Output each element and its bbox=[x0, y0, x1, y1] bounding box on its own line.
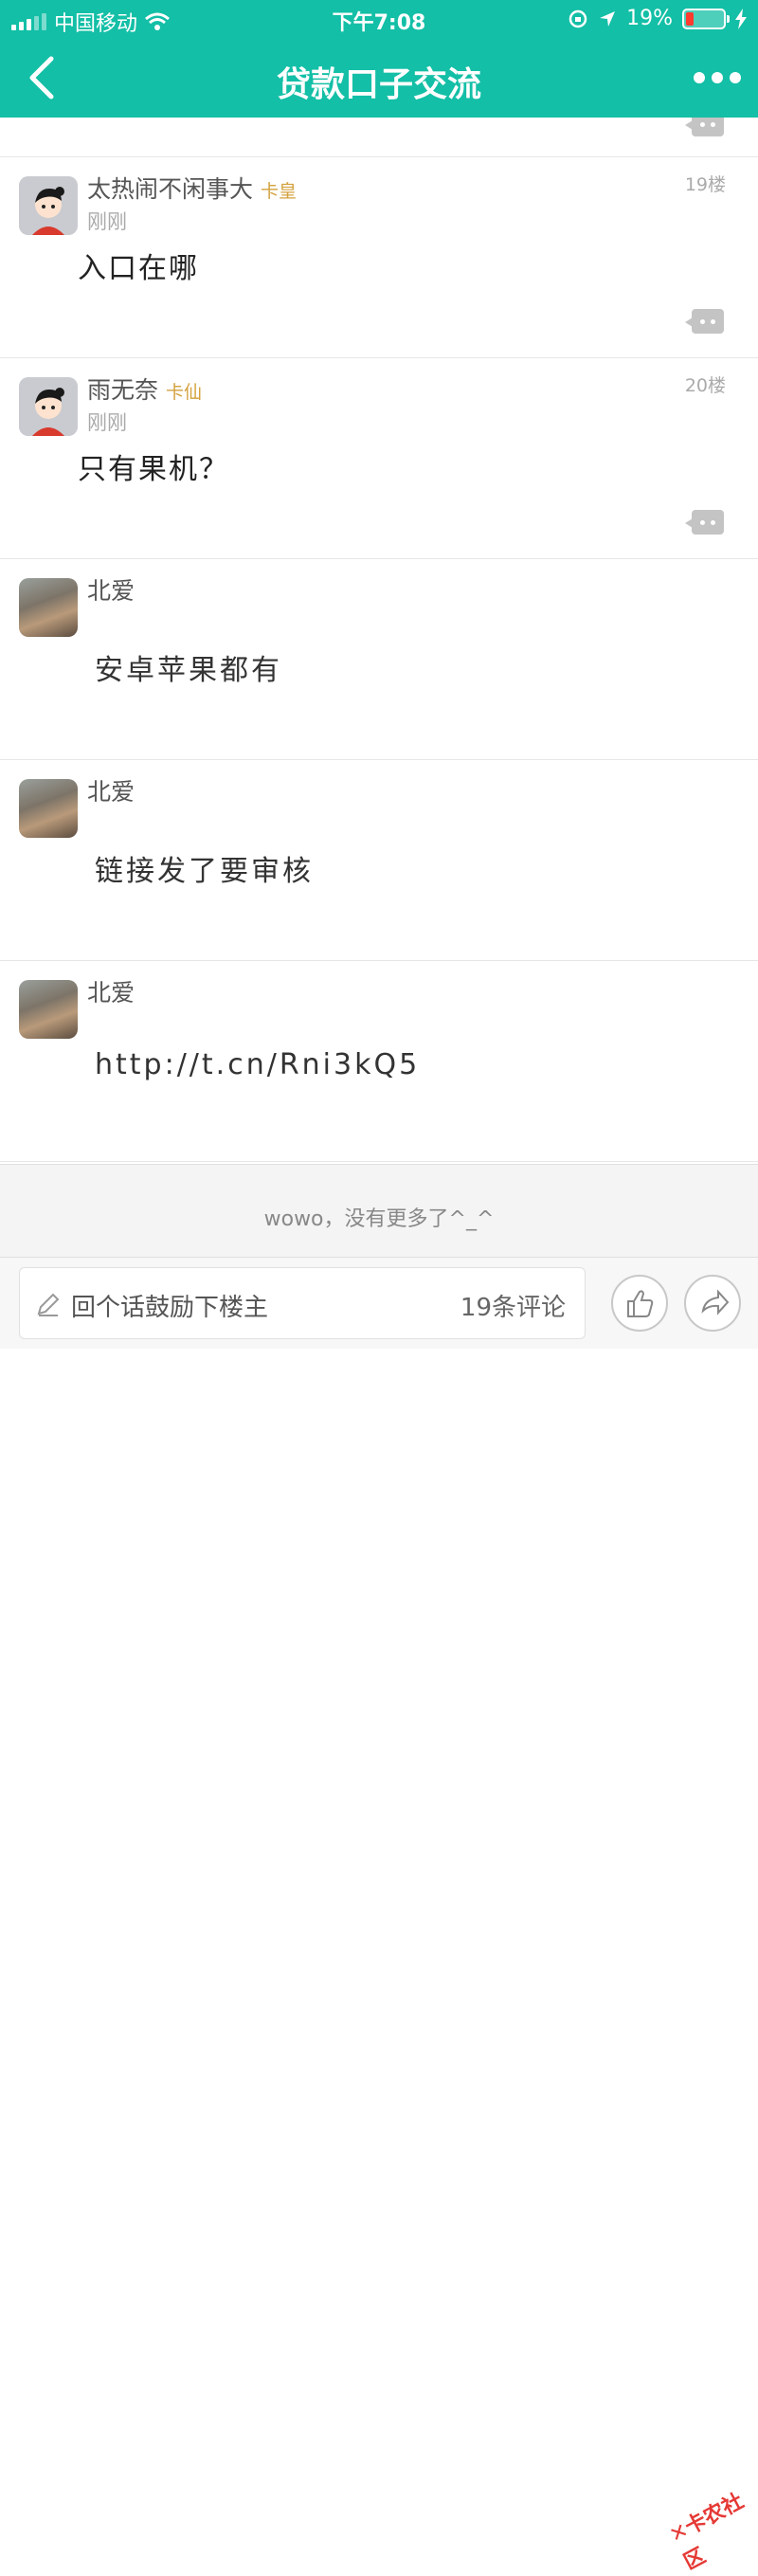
location-icon bbox=[600, 10, 616, 27]
list-item: 北爱 链接发了要审核 bbox=[0, 760, 758, 961]
post-body: 只有果机？ bbox=[78, 453, 229, 486]
battery-icon bbox=[682, 8, 730, 29]
comment-input[interactable]: 回个话鼓励下楼主 19条评论 bbox=[19, 1267, 586, 1339]
watermark-logo: ✕卡农社区 bbox=[665, 2489, 749, 2575]
username[interactable]: 太热闹不闲事大 卡皇 bbox=[87, 171, 297, 205]
comment-input-placeholder: 回个话鼓励下楼主 bbox=[71, 1294, 269, 1322]
list-item: 雨无奈 卡仙 刚刚 20楼 只有果机？ bbox=[0, 358, 758, 559]
more-button[interactable] bbox=[694, 66, 741, 89]
list-item: 北爱 http://t.cn/Rni3kQ5 bbox=[0, 961, 758, 1162]
reply-bubble-icon[interactable] bbox=[685, 309, 724, 334]
rotation-lock-icon bbox=[568, 9, 587, 27]
page-title: 贷款口子交流 bbox=[276, 65, 481, 104]
floor-number: 19楼 bbox=[684, 174, 726, 195]
more-dot-icon bbox=[694, 72, 705, 83]
reply-bubble-icon[interactable] bbox=[685, 118, 724, 136]
comment-bar: 回个话鼓励下楼主 19条评论 ✕卡农社区 bbox=[0, 1257, 758, 2575]
charging-icon bbox=[735, 8, 747, 29]
reply-body: 安卓苹果都有 bbox=[95, 654, 282, 687]
user-level-badge: 卡仙 bbox=[166, 382, 203, 403]
battery-percent: 19% bbox=[626, 7, 673, 30]
avatar[interactable] bbox=[19, 176, 78, 235]
avatar[interactable] bbox=[19, 779, 78, 838]
more-dot-icon bbox=[712, 72, 723, 83]
thumbs-up-icon bbox=[627, 1290, 654, 1317]
comment-list[interactable]: 太热闹不闲事大 卡皇 刚刚 19楼 入口在哪 雨无奈 卡仙 刚刚 20楼 只有果机？ bbox=[0, 118, 758, 1164]
post-body: 入口在哪 bbox=[78, 252, 199, 285]
list-item: 太热闹不闲事大 卡皇 刚刚 19楼 入口在哪 bbox=[0, 157, 758, 358]
more-dot-icon bbox=[730, 72, 741, 83]
username[interactable]: 北爱 bbox=[87, 974, 135, 1008]
comment-count[interactable]: 19条评论 bbox=[460, 1288, 566, 1323]
avatar[interactable] bbox=[19, 377, 78, 436]
username[interactable]: 北爱 bbox=[87, 773, 135, 807]
post-time: 刚刚 bbox=[87, 411, 127, 434]
reply-body: 链接发了要审核 bbox=[95, 855, 314, 888]
like-button[interactable] bbox=[611, 1275, 668, 1332]
floor-number: 20楼 bbox=[684, 375, 726, 396]
avatar[interactable] bbox=[19, 980, 78, 1039]
status-bar: 中国移动 下午7:08 19% bbox=[0, 0, 758, 38]
username[interactable]: 北爱 bbox=[87, 572, 135, 607]
user-level-badge: 卡皇 bbox=[261, 181, 298, 202]
nav-bar: 贷款口子交流 bbox=[0, 38, 758, 118]
avatar[interactable] bbox=[19, 578, 78, 637]
share-icon bbox=[701, 1289, 730, 1315]
list-item: 北爱 安卓苹果都有 bbox=[0, 559, 758, 760]
pencil-icon bbox=[37, 1293, 60, 1316]
username[interactable]: 雨无奈 卡仙 bbox=[87, 372, 202, 406]
reply-bubble-icon[interactable] bbox=[685, 510, 724, 535]
end-of-list-text: wowo，没有更多了^_^ bbox=[0, 1164, 758, 1257]
share-button[interactable] bbox=[684, 1275, 741, 1332]
reply-link[interactable]: http://t.cn/Rni3kQ5 bbox=[95, 1048, 420, 1081]
post-time: 刚刚 bbox=[87, 210, 127, 233]
list-item bbox=[0, 118, 758, 157]
